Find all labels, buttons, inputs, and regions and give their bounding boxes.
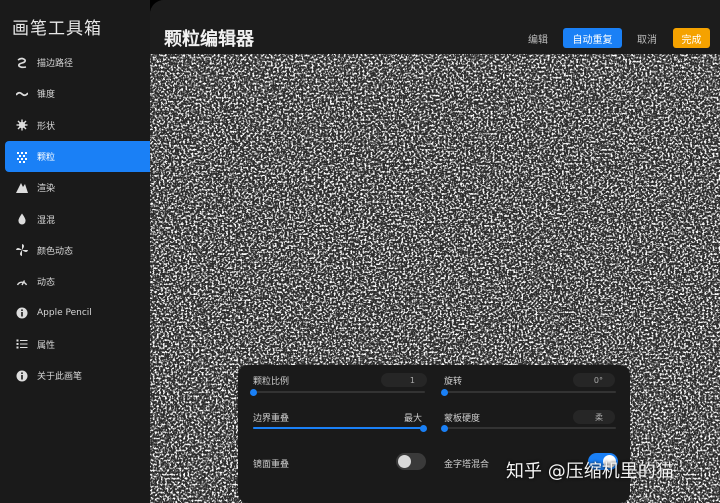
- sidebar-item-label: 动态: [37, 278, 56, 289]
- sidebar-item-label: 湿混: [37, 215, 56, 226]
- rotation-label: 旋转: [444, 377, 463, 387]
- wet-mix-icon: [15, 212, 29, 226]
- grain-scale-label: 颗粒比例: [253, 377, 290, 387]
- mask-hardness-value[interactable]: 柔: [573, 410, 615, 424]
- mirror-overlap-toggle[interactable]: [396, 453, 426, 470]
- done-button[interactable]: 完成: [673, 28, 710, 48]
- watermark-text: 知乎 @压缩机里的猫: [506, 461, 674, 482]
- sidebar-item-label: 属性: [37, 340, 56, 351]
- page-title: 颗粒编辑器: [164, 29, 254, 50]
- sidebar-item-dynamics[interactable]: 动态: [5, 266, 150, 297]
- sidebar-item-apple-pencil[interactable]: Apple Pencil: [5, 297, 150, 328]
- stroke-path-icon: [15, 56, 29, 70]
- slider-knob[interactable]: [440, 388, 448, 396]
- sidebar-title: 画笔工具箱: [12, 19, 102, 39]
- properties-icon: [15, 337, 29, 351]
- grain-icon: [15, 150, 29, 164]
- sidebar-item-color-dynamics[interactable]: 颜色动态: [5, 235, 150, 266]
- slider-knob[interactable]: [419, 424, 427, 432]
- grain-scale-slider[interactable]: [249, 388, 425, 396]
- taper-icon: [15, 87, 29, 101]
- info-icon: [15, 369, 29, 383]
- auto-repeat-button[interactable]: 自动重复: [563, 28, 622, 48]
- sidebar-item-label: 锥度: [37, 90, 56, 101]
- slider-knob[interactable]: [440, 424, 448, 432]
- sidebar-item-properties[interactable]: 属性: [5, 329, 150, 360]
- edge-overlap-slider[interactable]: [253, 424, 427, 432]
- toggle-knob: [398, 455, 411, 468]
- mask-hardness-slider[interactable]: [440, 424, 616, 432]
- sidebar-item-rendering[interactable]: 渲染: [5, 172, 150, 203]
- sidebar-item-taper[interactable]: 锥度: [5, 78, 150, 109]
- sidebar-item-label: 关于此画笔: [37, 372, 83, 383]
- shape-icon: [15, 118, 29, 132]
- mask-hardness-label: 蒙板硬度: [444, 414, 481, 424]
- dynamics-icon: [15, 275, 29, 289]
- sidebar-menu: 描边路径 锥度 形状 颗粒 渲染 湿混 颜色动态 动态 Apple Pencil…: [5, 47, 150, 391]
- sidebar-item-label: 颜色动态: [37, 246, 74, 257]
- slider-knob[interactable]: [249, 388, 257, 396]
- sidebar-item-label: 描边路径: [37, 59, 74, 70]
- rendering-icon: [15, 181, 29, 195]
- sidebar-item-about-brush[interactable]: 关于此画笔: [5, 360, 150, 391]
- sidebar-item-label: 渲染: [37, 184, 56, 195]
- rotation-value[interactable]: 0°: [573, 373, 615, 387]
- color-dynamics-icon: [15, 243, 29, 257]
- edge-overlap-value: 最大: [404, 414, 423, 424]
- sidebar-item-grain[interactable]: 颗粒: [5, 140, 150, 173]
- editor-header: 颗粒编辑器 编辑 自动重复 取消 完成: [150, 0, 720, 54]
- edge-overlap-label: 边界重叠: [253, 414, 290, 424]
- cancel-button[interactable]: 取消: [635, 28, 659, 48]
- sidebar-item-wet-mix[interactable]: 湿混: [5, 203, 150, 234]
- mirror-overlap-label: 镜面重叠: [253, 460, 290, 470]
- sidebar-item-label: Apple Pencil: [37, 308, 92, 319]
- sidebar-item-shape[interactable]: 形状: [5, 110, 150, 141]
- pyramid-blend-label: 金字塔混合: [444, 460, 490, 470]
- sidebar-item-label: 形状: [37, 121, 56, 132]
- sidebar: 画笔工具箱 描边路径 锥度 形状 颗粒 渲染 湿混 颜色动态 动态 Apple …: [0, 0, 150, 503]
- sidebar-item-label: 颗粒: [37, 153, 56, 164]
- sidebar-item-stroke-path[interactable]: 描边路径: [5, 47, 150, 78]
- edit-button[interactable]: 编辑: [526, 28, 550, 48]
- rotation-slider[interactable]: [440, 388, 616, 396]
- info-icon: [15, 306, 29, 320]
- slider-fill: [253, 427, 423, 429]
- grain-scale-value[interactable]: 1: [381, 373, 427, 387]
